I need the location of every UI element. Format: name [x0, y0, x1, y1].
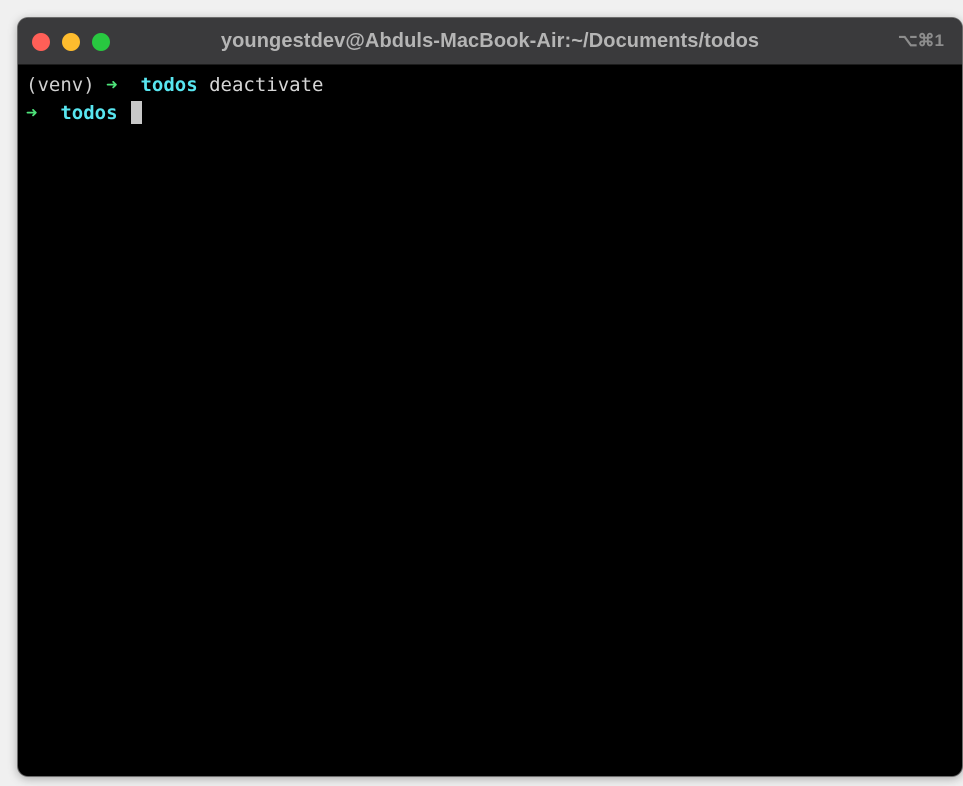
- current-directory: todos: [140, 74, 198, 96]
- window-title: youngestdev@Abduls-MacBook-Air:~/Documen…: [220, 30, 760, 52]
- venv-indicator: (venv): [26, 74, 95, 96]
- title-bar[interactable]: youngestdev@Abduls-MacBook-Air:~/Documen…: [18, 18, 962, 65]
- command-text: deactivate: [209, 74, 324, 96]
- window-shortcut: ⌥⌘1: [897, 31, 944, 50]
- terminal-line: (venv) ➜ todos deactivate: [26, 71, 954, 99]
- prompt-arrow-icon: ➜: [106, 74, 118, 96]
- text-cursor[interactable]: [131, 101, 142, 124]
- terminal-line: ➜ todos: [26, 99, 954, 127]
- terminal-window: youngestdev@Abduls-MacBook-Air:~/Documen…: [18, 18, 962, 776]
- current-directory: todos: [60, 102, 118, 124]
- prompt-arrow-icon: ➜: [26, 102, 38, 124]
- terminal-output[interactable]: (venv) ➜ todos deactivate ➜ todos: [26, 71, 954, 768]
